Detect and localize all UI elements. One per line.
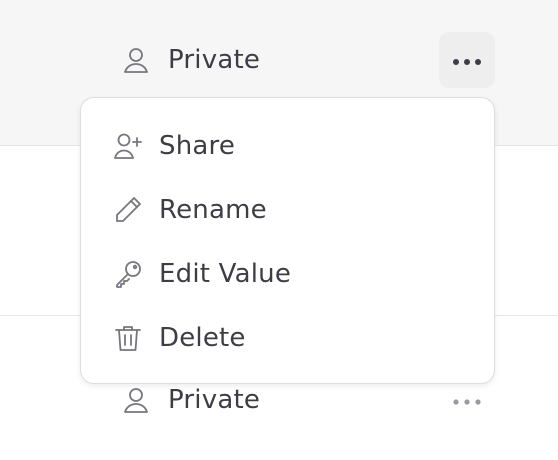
more-options-button[interactable] xyxy=(439,32,495,88)
menu-item-share[interactable]: Share xyxy=(81,114,494,178)
more-horizontal-icon xyxy=(452,51,482,70)
menu-item-edit-value[interactable]: Edit Value xyxy=(81,242,494,306)
owner-label: Private xyxy=(168,45,261,75)
owner-label: Private xyxy=(168,385,261,415)
more-horizontal-icon xyxy=(452,391,482,410)
list-view: Private Private Share Rename Edit Value … xyxy=(0,0,558,460)
owner-cell: Private xyxy=(120,382,260,418)
user-plus-icon xyxy=(111,129,145,163)
trash-icon xyxy=(111,321,145,355)
context-menu: Share Rename Edit Value Delete xyxy=(80,97,495,384)
menu-item-label: Share xyxy=(159,131,236,161)
key-icon xyxy=(111,257,145,291)
pencil-icon xyxy=(111,193,145,227)
menu-item-label: Rename xyxy=(159,195,267,225)
menu-item-delete[interactable]: Delete xyxy=(81,306,494,370)
menu-item-label: Delete xyxy=(159,323,246,353)
user-icon xyxy=(120,44,152,76)
menu-item-rename[interactable]: Rename xyxy=(81,178,494,242)
owner-cell: Private xyxy=(120,42,260,78)
menu-item-label: Edit Value xyxy=(159,259,292,289)
user-icon xyxy=(120,384,152,416)
